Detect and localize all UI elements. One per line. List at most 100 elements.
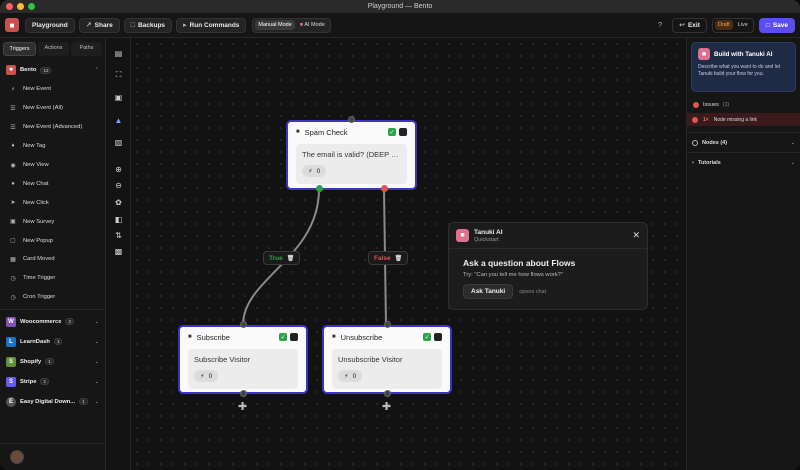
output-port[interactable]	[240, 390, 247, 397]
group-woocommerce[interactable]: W Woocommerce 2 ⌄	[0, 312, 105, 332]
notes-icon[interactable]: ▤	[113, 48, 124, 59]
node-header: ■ Spam Check ✓	[288, 122, 415, 142]
layout-icon[interactable]: ◧	[113, 214, 124, 225]
check-icon[interactable]: ✓	[388, 128, 396, 136]
group-easy-digital-downloads[interactable]: E Easy Digital Down... 1 ⌄	[0, 392, 105, 412]
tab-actions[interactable]: Actions	[38, 42, 69, 56]
draft-option[interactable]: Draft	[714, 20, 733, 30]
group-learndash[interactable]: L LearnDash 1 ⌄	[0, 332, 105, 352]
chevron-down-icon: ⌄	[94, 338, 99, 345]
close-icon[interactable]: ✕	[632, 230, 640, 241]
check-icon[interactable]: ✓	[423, 333, 431, 341]
ai-mode-option[interactable]: ■ AI Mode	[297, 20, 328, 30]
build-with-ai-card[interactable]: ■ Build with Tanuki AI Describe what you…	[691, 42, 796, 92]
menu-icon[interactable]	[290, 333, 298, 341]
tanuki-icon: ■	[456, 229, 469, 242]
trigger-item-new-event-all[interactable]: ☰ New Event (All)	[0, 99, 105, 118]
trigger-item-new-survey[interactable]: ▣ New Survey	[0, 212, 105, 231]
bento-node-icon: ■	[188, 334, 192, 340]
zoom-out-icon[interactable]: ⊖	[113, 180, 124, 191]
tab-triggers[interactable]: Triggers	[3, 42, 36, 56]
backups-button[interactable]: □ Backups	[123, 17, 173, 33]
run-commands-button[interactable]: ▸ Run Commands	[176, 17, 247, 33]
node-unsubscribe[interactable]: ■ Unsubscribe ✓ Unsubscribe Visitor ⚡ 0	[322, 325, 452, 394]
trigger-item-new-popup[interactable]: ▢ New Popup	[0, 231, 105, 250]
learndash-icon: L	[6, 336, 16, 347]
input-port[interactable]	[240, 321, 247, 328]
trigger-item-time-trigger[interactable]: ◷ Time Trigger	[0, 269, 105, 288]
fit-view-icon[interactable]: ⛶	[113, 69, 124, 80]
tab-paths[interactable]: Paths	[71, 42, 102, 56]
playground-button[interactable]: Playground	[25, 17, 75, 33]
add-node-icon[interactable]: ✚	[238, 400, 247, 413]
comment-icon[interactable]: ▧	[113, 137, 124, 148]
app-logo-icon[interactable]: ■	[5, 18, 19, 32]
trigger-item-new-event[interactable]: ⚡ New Event	[0, 80, 105, 99]
issues-section[interactable]: Issues (1)	[687, 98, 800, 112]
trigger-item-new-click[interactable]: ➤ New Click	[0, 193, 105, 212]
node-body: Subscribe Visitor ⚡ 0	[188, 349, 298, 389]
tanuki-icon: ■	[698, 48, 710, 60]
group-bento-count: 12	[40, 66, 52, 74]
edge-label-false[interactable]: False 🗑	[368, 251, 409, 265]
manual-mode-option[interactable]: Manual Mode	[255, 20, 295, 30]
exit-button[interactable]: ↩ Exit	[672, 17, 707, 33]
lock-icon[interactable]: ▩	[113, 246, 124, 257]
zoom-in-icon[interactable]: ⊕	[113, 164, 124, 175]
trigger-item-new-tag[interactable]: ♦ New Tag	[0, 137, 105, 156]
trigger-item-cron-trigger[interactable]: ◷ Cron Trigger	[0, 288, 105, 307]
node-title: Subscribe	[196, 332, 230, 342]
clipboard-icon[interactable]: ▲	[113, 115, 124, 126]
divider	[0, 308, 105, 310]
mode-toggle[interactable]: Manual Mode ■ AI Mode	[252, 17, 331, 33]
nodes-section[interactable]: Nodes (4) ⌄	[687, 132, 800, 152]
trigger-item-new-chat[interactable]: ● New Chat	[0, 174, 105, 193]
trash-icon[interactable]: 🗑	[287, 255, 295, 262]
list-icon: ☰	[10, 124, 16, 131]
ask-tanuki-button[interactable]: Ask Tanuki	[463, 284, 514, 299]
trigger-item-new-view[interactable]: ◉ New View	[0, 156, 105, 175]
divider	[0, 443, 106, 444]
menu-icon[interactable]	[399, 128, 407, 136]
close-window-button[interactable]	[6, 3, 13, 10]
issue-item[interactable]: 1× Node missing a link	[687, 113, 800, 126]
group-shopify[interactable]: S Shopify 1 ⌄	[0, 352, 105, 372]
draft-live-toggle[interactable]: Draft Live	[711, 17, 754, 33]
chevron-up-icon: ⌃	[94, 67, 99, 73]
tag-icon: ♦	[11, 143, 15, 150]
branch-icon[interactable]: ⇅	[113, 230, 124, 241]
save-button[interactable]: □ Save	[758, 17, 795, 33]
edge-label-true[interactable]: True 🗑	[263, 251, 301, 265]
output-port-true[interactable]	[316, 185, 323, 192]
group-bento[interactable]: ■ Bento 12 ⌃	[0, 60, 105, 80]
output-port[interactable]	[384, 390, 391, 397]
tutorials-section[interactable]: › Tutorials ⌄	[687, 152, 800, 172]
node-spam-check[interactable]: ■ Spam Check ✓ The email is valid? (DEEP…	[286, 120, 417, 190]
save-icon[interactable]: ▣	[113, 92, 124, 103]
maximize-window-button[interactable]	[28, 3, 35, 10]
run-count-pill: ⚡ 0	[302, 165, 327, 177]
node-subscribe[interactable]: ■ Subscribe ✓ Subscribe Visitor ⚡ 0	[178, 325, 308, 394]
input-port[interactable]	[348, 116, 355, 123]
output-port-false[interactable]	[381, 185, 388, 192]
issue-text: Node missing a link	[713, 116, 758, 123]
help-button[interactable]: ?	[653, 22, 667, 29]
group-stripe[interactable]: S Stripe 1 ⌄	[0, 372, 105, 392]
palette-icon[interactable]: ✿	[113, 197, 124, 208]
run-commands-label: Run Commands	[189, 21, 240, 29]
avatar[interactable]	[10, 450, 24, 464]
check-icon[interactable]: ✓	[279, 333, 287, 341]
run-count: 0	[316, 167, 321, 175]
trigger-item-card-moved[interactable]: ▦ Card Moved	[0, 250, 105, 269]
trigger-item-new-event-advanced[interactable]: ☰ New Event (Advanced)	[0, 118, 105, 137]
minimize-window-button[interactable]	[17, 3, 24, 10]
menu-icon[interactable]	[434, 333, 442, 341]
trigger-label: New View	[23, 162, 49, 168]
live-option[interactable]: Live	[735, 20, 751, 30]
add-node-icon[interactable]: ✚	[382, 400, 391, 413]
input-port[interactable]	[384, 321, 391, 328]
trigger-label: Time Trigger	[23, 275, 56, 282]
share-button[interactable]: ↗ Share	[78, 17, 120, 33]
issue-count: 1×	[703, 116, 709, 123]
trash-icon[interactable]: 🗑	[395, 255, 403, 262]
